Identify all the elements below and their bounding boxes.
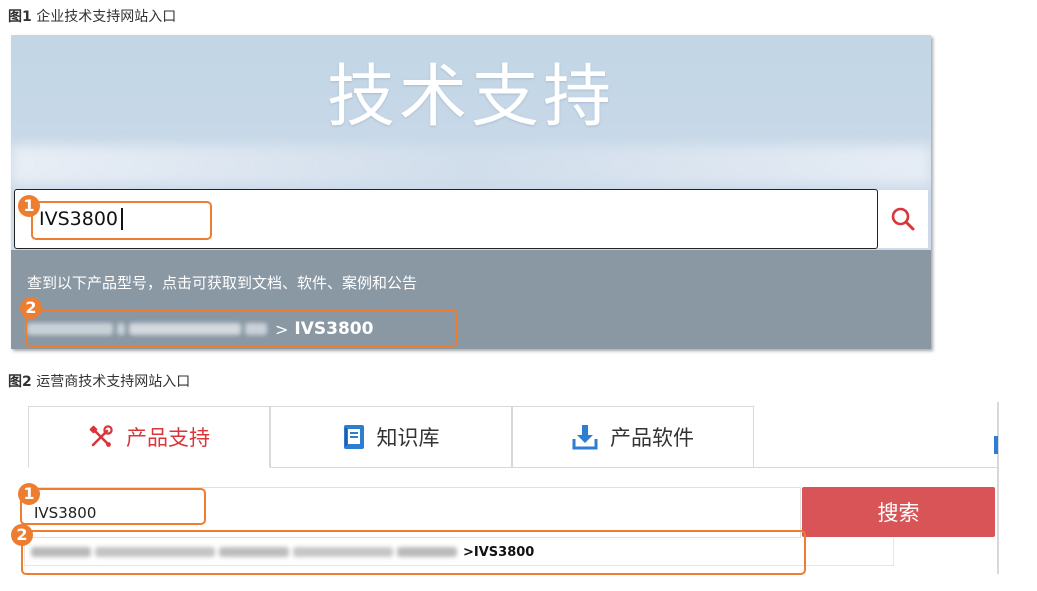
highlight-suggestion-item [21,530,806,575]
highlight-result-link [25,309,457,347]
search-button[interactable] [878,190,928,248]
highlight-carrier-search-field [20,488,206,525]
figure-2-number: 图2 [8,374,32,390]
step-marker-2: 2 [20,297,42,319]
figure-1-number: 图1 [8,9,32,25]
offscreen-element-edge [994,436,998,454]
tab-knowledge-base[interactable]: 知识库 [270,406,512,468]
tab-bar: 产品支持 知识库 产品软件 [28,406,998,468]
enterprise-support-screenshot: 技术支持 查到以下产品型号，点击可获取到文档、软件、案例和公告 > IVS380… [11,35,931,349]
results-hint: 查到以下产品型号，点击可获取到文档、软件、案例和公告 [27,274,418,292]
step-marker-1: 1 [18,483,40,505]
step-marker-2: 2 [11,524,33,546]
tools-icon [88,424,114,450]
book-icon [343,424,365,450]
tab-label: 产品软件 [610,426,694,450]
highlight-search-field [31,201,212,240]
step-marker-1: 1 [18,195,40,217]
tab-label: 知识库 [376,426,440,450]
tab-label: 产品支持 [126,426,210,450]
hero-title: 技术支持 [326,58,615,137]
download-icon [572,424,598,450]
figure-2-caption: 图2 运营商技术支持网站入口 [8,373,190,391]
tab-product-support[interactable]: 产品支持 [28,406,270,468]
figure-1-title: 企业技术支持网站入口 [36,9,177,25]
figure-2-title: 运营商技术支持网站入口 [36,374,191,390]
tab-product-software[interactable]: 产品软件 [512,406,754,468]
search-icon [891,207,915,231]
figure-1-caption: 图1 企业技术支持网站入口 [8,8,176,26]
hero-background-haze [11,145,931,185]
carrier-search-button[interactable]: 搜索 [802,487,995,537]
